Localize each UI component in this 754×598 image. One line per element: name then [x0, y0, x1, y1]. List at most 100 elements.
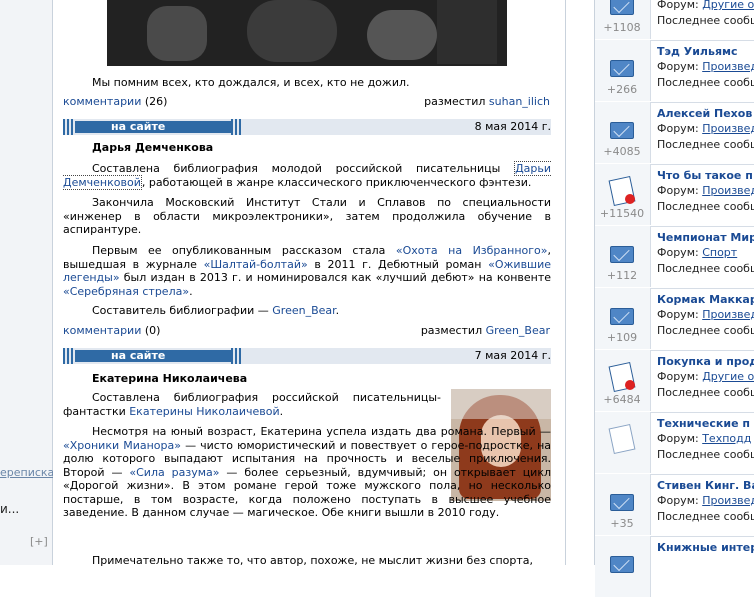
forum-line: Форум: Произвед [657, 494, 754, 507]
sidebar-link-correspondence[interactable]: ереписка [0, 466, 54, 479]
topic-title[interactable]: Чемпионат Мир [657, 231, 754, 244]
post-author: разместил Green_Bear [421, 324, 550, 337]
forum-topic-item[interactable]: +11540 Что бы такое п Форум: Произвед По… [595, 164, 754, 227]
forum-link[interactable]: Произвед [702, 184, 754, 197]
posted-by-label: разместил [420, 324, 483, 337]
comments-label[interactable]: комментарии [63, 95, 141, 108]
post-header: на сайте 7 мая 2014 г. [63, 348, 551, 364]
forum-line: Форум: Произвед [657, 184, 754, 197]
forum-link[interactable]: Произвед [702, 308, 754, 321]
forum-topic-item[interactable]: +4085 Алексей Пехов Форум: Произвед Посл… [595, 102, 754, 165]
topic-title[interactable]: Книжные интер [657, 541, 754, 554]
post-paragraph: Примечательно также то, что автор, похож… [92, 554, 534, 567]
post-title: Екатерина Николаичева [92, 372, 248, 385]
news-column: Мы помним всех, кто дождался, и всех, кт… [53, 0, 566, 567]
forum-topic-item[interactable]: +112 Чемпионат Мир Форум: Спорт Последне… [595, 226, 754, 289]
forum-topic-item[interactable]: +266 Тэд Уильямс Форум: Произвед Последн… [595, 40, 754, 103]
last-post-line: Последнее сообщ [657, 324, 754, 337]
new-posts-count: +1108 [603, 21, 641, 34]
last-post-line: Последнее сообщ [657, 200, 754, 213]
comments-link[interactable]: комментарии (0) [63, 324, 160, 337]
forum-topic-item[interactable]: +35 Стивен Кинг. Ва Форум: Произвед Посл… [595, 474, 754, 537]
forum-line: Форум: Произвед [657, 308, 754, 321]
post-photo [107, 0, 507, 66]
left-sidebar: ереписка и... [+] [0, 0, 54, 565]
forum-line: Форум: Другие о [657, 370, 754, 383]
topic-title[interactable]: Тэд Уильямс [657, 45, 738, 58]
last-post-line: Последнее сообщ [657, 386, 754, 399]
last-post-line: Последнее сообщ [657, 138, 754, 151]
new-posts-count: +4085 [603, 145, 641, 158]
section-badge[interactable]: на сайте [75, 120, 231, 133]
forum-line: Форум: Произвед [657, 60, 754, 73]
post-paragraph: Первым ее опубликованным рассказом стала… [63, 244, 552, 298]
story-link[interactable]: «Охота на Избранного» [396, 244, 548, 257]
topic-title[interactable]: Технические п [657, 417, 750, 430]
compiler-link[interactable]: Green_Bear [272, 304, 335, 317]
novel-link[interactable]: «Сила разума» [129, 466, 219, 479]
topic-title[interactable]: Кормак Маккар [657, 293, 754, 306]
forum-link[interactable]: Техподд [702, 432, 751, 445]
forum-link[interactable]: Произвед [702, 60, 754, 73]
forum-topic-item[interactable]: +6484 Покупка и прод Форум: Другие о Пос… [595, 350, 754, 413]
forum-line: Форум: Техподд [657, 432, 752, 445]
topic-title[interactable]: Алексей Пехов [657, 107, 752, 120]
post-title: Дарья Демченкова [92, 141, 214, 154]
forum-link[interactable]: Спорт [702, 246, 737, 259]
forum-link[interactable]: Другие о [702, 370, 754, 383]
sidebar-truncated-text: и... [0, 502, 20, 516]
post-paragraph: Составлена библиография молодой российск… [63, 161, 552, 190]
post-paragraph: Составитель библиографии — Green_Bear. [92, 304, 340, 317]
comments-label[interactable]: комментарии [63, 324, 141, 337]
magazine-link[interactable]: «Шалтай-болтай» [204, 258, 308, 271]
envelope-icon [610, 308, 634, 325]
post-paragraph: Закончила Московский Институт Стали и Сп… [63, 196, 551, 236]
comments-count: (26) [144, 95, 168, 108]
convention-link[interactable]: «Серебряная стрела» [63, 285, 189, 298]
forum-link[interactable]: Произвед [702, 494, 754, 507]
comments-link[interactable]: комментарии (26) [63, 95, 167, 108]
forum-link[interactable]: Другие о [702, 0, 754, 11]
comments-count: (0) [144, 324, 161, 337]
post-paragraph: Несмотря на юный возраст, Екатерина успе… [63, 425, 552, 519]
topic-title[interactable]: Что бы такое п [657, 169, 753, 182]
section-badge[interactable]: на сайте [75, 349, 231, 362]
note-icon [608, 423, 636, 455]
forum-line: Форум: Спорт [657, 246, 738, 259]
forum-topic-item[interactable]: +1108 Форум: Другие о Последнее сообщ [595, 0, 754, 41]
post-paragraph: Составлена библиография российской писат… [63, 391, 441, 418]
envelope-icon [610, 0, 634, 15]
forum-topics-column: +1108 Форум: Другие о Последнее сообщ +2… [594, 0, 754, 597]
forum-line: Форум: Другие о [657, 0, 754, 11]
author-link[interactable]: Екатерины Николаичевой [129, 405, 279, 418]
new-posts-count: +112 [606, 269, 638, 282]
post-date: 8 мая 2014 г. [474, 120, 551, 133]
topic-title[interactable]: Стивен Кинг. Ва [657, 479, 754, 492]
post-date: 7 мая 2014 г. [474, 349, 551, 362]
new-posts-count: +266 [606, 83, 638, 96]
photo-caption: Мы помним всех, кто дождался, и всех, кт… [92, 76, 410, 89]
last-post-line: Последнее сообщ [657, 262, 754, 275]
last-post-line: Последнее сообщ [657, 510, 754, 523]
envelope-icon [610, 494, 634, 511]
envelope-icon [610, 60, 634, 77]
new-posts-count: +109 [606, 331, 638, 344]
post-author: разместил suhan_ilich [424, 95, 550, 108]
post-header: на сайте 8 мая 2014 г. [63, 119, 551, 135]
new-posts-count: +6484 [603, 393, 641, 406]
last-post-line: Последнее сообщ [657, 448, 754, 461]
forum-topic-item[interactable]: Книжные интер [595, 536, 754, 598]
topic-title[interactable]: Покупка и прод [657, 355, 754, 368]
author-link[interactable]: suhan_ilich [489, 95, 550, 108]
envelope-icon [610, 122, 634, 139]
last-post-line: Последнее сообщ [657, 14, 754, 27]
forum-line: Форум: Произвед [657, 122, 754, 135]
forum-topic-item[interactable]: +109 Кормак Маккар Форум: Произвед После… [595, 288, 754, 351]
novel-link[interactable]: «Хроники Мианора» [63, 439, 181, 452]
forum-topic-item[interactable]: Технические п Форум: Техподд Последнее с… [595, 412, 754, 475]
last-post-line: Последнее сообщ [657, 76, 754, 89]
forum-link[interactable]: Произвед [702, 122, 754, 135]
author-link[interactable]: Green_Bear [486, 324, 550, 337]
new-posts-count: +11540 [599, 207, 645, 220]
expand-button[interactable]: [+] [30, 535, 48, 548]
